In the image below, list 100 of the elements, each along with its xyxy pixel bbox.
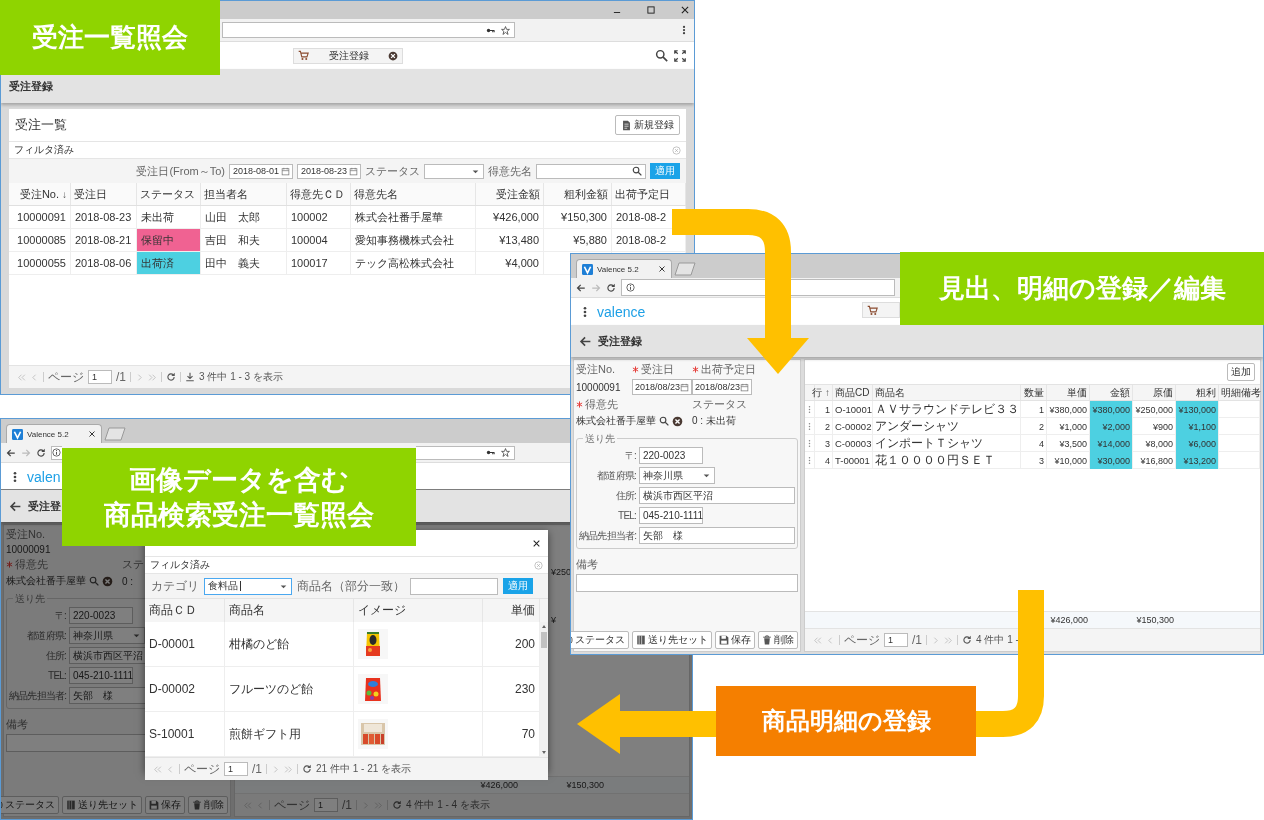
highlighted-cell: ¥13,200 xyxy=(1176,452,1219,469)
callout-label: 受注一覧照会 xyxy=(0,0,220,75)
status-value: 0 : 未出荷 xyxy=(692,414,736,428)
status-cell: 保留中 xyxy=(137,229,201,251)
field-label: 出荷予定日 xyxy=(701,362,756,377)
page-title: 受注登 xyxy=(28,498,61,514)
page-total: /1 xyxy=(912,633,922,647)
table-cell: 1 xyxy=(1039,404,1044,415)
table-cell: 230 xyxy=(514,682,535,696)
table-cell: ¥4,000 xyxy=(505,257,539,269)
status-value: 0 : xyxy=(122,575,134,587)
callout-label: 見出、明細の登録／編集 xyxy=(900,252,1264,325)
table-cell: ¥5,880 xyxy=(573,234,607,246)
table-cell: 吉田 和夫 xyxy=(205,232,260,248)
table-cell: 70 xyxy=(521,727,535,741)
record-count: 21 件中 1 - 21 を表示 xyxy=(316,762,412,776)
table-cell: ¥8,000 xyxy=(1145,438,1173,449)
highlighted-cell: ¥130,000 xyxy=(1176,401,1219,418)
highlighted-cell: ¥14,000 xyxy=(1090,435,1133,452)
page-label: ページ xyxy=(844,631,880,649)
table-cell: 1 xyxy=(825,404,830,415)
table-cell: C-00002 xyxy=(835,421,872,432)
field-label: TEL: xyxy=(47,670,66,681)
table-cell: ¥900 xyxy=(1152,421,1173,432)
highlighted-cell: ¥380,000 xyxy=(1090,401,1133,418)
total-profit: ¥150,300 xyxy=(566,780,604,790)
field-label: 納品先担当者: xyxy=(579,528,636,543)
field-label: 住所: xyxy=(44,648,66,663)
field-label: 受注No. xyxy=(6,527,46,542)
table-cell: ¥380,000 xyxy=(1049,404,1087,415)
total-amount: ¥426,000 xyxy=(480,780,518,790)
filter-status: フィルタ済み xyxy=(14,143,74,157)
field-label: 都道府県: xyxy=(26,628,66,643)
table-cell: ¥426,000 xyxy=(493,211,539,223)
table-cell: 4 xyxy=(825,455,830,466)
table-cell: S-10001 xyxy=(149,727,195,741)
field-label: 得意先 xyxy=(585,397,618,412)
page-total: /1 xyxy=(252,762,262,776)
filter-label: ステータス xyxy=(365,163,420,179)
table-cell: フルーツのど飴 xyxy=(229,680,313,698)
field-label: 備考 xyxy=(6,717,29,732)
page-label: ページ xyxy=(48,368,84,386)
table-cell: 2018-08-06 xyxy=(75,257,132,269)
customer-name: 株式会社番手屋華 xyxy=(6,574,86,588)
table-cell: O-10001 xyxy=(835,404,872,415)
highlighted-cell: ¥2,000 xyxy=(1090,418,1133,435)
table-cell: ¥ xyxy=(551,615,556,625)
table-cell: D-00001 xyxy=(149,637,196,651)
card-title: 受注一覧 xyxy=(15,116,67,134)
field-label: 得意先 xyxy=(15,557,48,572)
table-cell: 200 xyxy=(514,637,535,651)
app-logo: valence xyxy=(597,303,646,320)
page-total: /1 xyxy=(342,798,352,812)
table-cell: ¥1,000 xyxy=(1059,421,1087,432)
page-label: ページ xyxy=(184,760,220,778)
table-cell: 2 xyxy=(1039,421,1044,432)
table-cell: 株式会社番手屋華 xyxy=(355,209,443,225)
table-cell: 山田 太郎 xyxy=(205,209,260,225)
table-cell: 4 xyxy=(1039,438,1044,449)
highlighted-cell: ¥30,000 xyxy=(1090,452,1133,469)
table-cell: テック高松株式会社 xyxy=(355,255,454,271)
page-total: /1 xyxy=(116,370,126,384)
filter-status: フィルタ済み xyxy=(150,558,210,572)
table-cell: 煎餅ギフト用 xyxy=(229,725,301,743)
table-cell: 100002 xyxy=(291,211,328,223)
field-label: 備考 xyxy=(576,557,599,572)
group-legend: 送り先 xyxy=(583,432,617,446)
table-cell: 2018-08-23 xyxy=(75,211,132,223)
customer-name: 株式会社番手屋華 xyxy=(576,414,656,428)
table-cell: D-00002 xyxy=(149,682,196,696)
field-label: 都道府県: xyxy=(596,468,636,483)
page-title: 受注登録 xyxy=(9,78,53,94)
field-label: 納品先担当者: xyxy=(9,688,66,703)
page-title: 受注登録 xyxy=(598,333,642,349)
table-cell: アンダーシャツ xyxy=(875,418,959,435)
table-cell: ¥10,000 xyxy=(1054,455,1087,466)
table-cell: ¥13,480 xyxy=(499,234,539,246)
table-cell: 100017 xyxy=(291,257,328,269)
table-cell: C-00003 xyxy=(835,438,872,449)
app-logo: valen xyxy=(27,468,61,485)
filter-label: 受注日(From～To) xyxy=(136,163,225,179)
table-cell: 3 xyxy=(1039,455,1044,466)
table-cell: 3 xyxy=(825,438,830,449)
table-cell: ¥3,500 xyxy=(1059,438,1087,449)
filter-label: 得意先名 xyxy=(488,163,532,179)
table-cell: 10000055 xyxy=(17,257,66,269)
field-label: ステータス xyxy=(692,397,747,412)
record-count: 4 件中 1 - 4 を表示 xyxy=(406,798,490,812)
field-label: 〒: xyxy=(53,608,66,623)
table-cell: T-00001 xyxy=(835,455,870,466)
page-label: ページ xyxy=(274,796,310,814)
table-cell: 10000085 xyxy=(17,234,66,246)
filter-label: カテゴリ xyxy=(151,577,199,595)
highlighted-cell: ¥1,100 xyxy=(1176,418,1219,435)
highlighted-cell: ¥6,000 xyxy=(1176,435,1219,452)
table-cell: インポートＴシャツ xyxy=(875,435,983,452)
table-cell: 未出荷 xyxy=(141,209,174,225)
field-label: ステ xyxy=(122,557,144,572)
table-cell: ¥250,000 xyxy=(1135,404,1173,415)
record-count: 4 件中 1 - xyxy=(976,633,1019,647)
